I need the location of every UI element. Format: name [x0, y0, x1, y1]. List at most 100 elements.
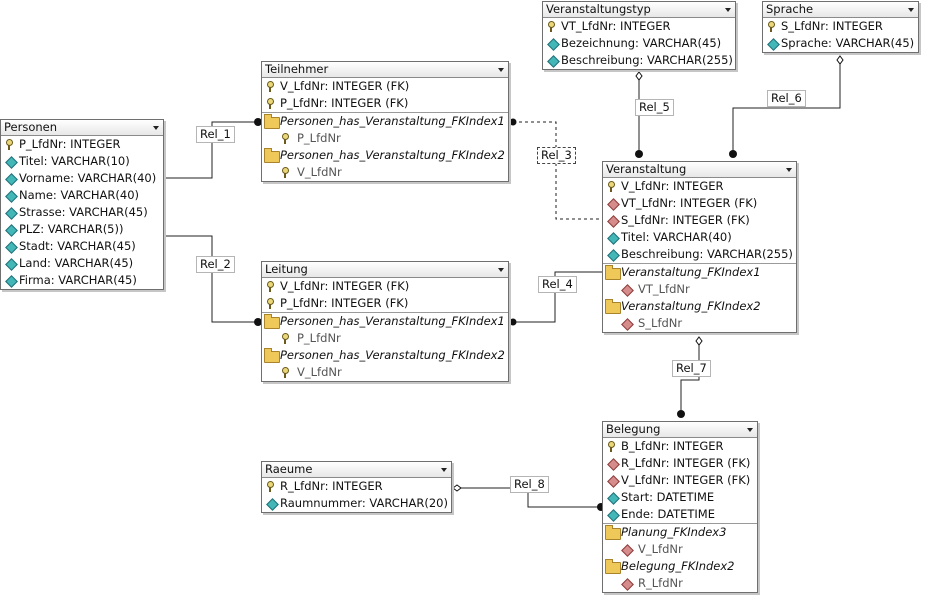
column-row[interactable]: P_LfdNr: INTEGER: [1, 136, 163, 153]
column-row[interactable]: Stadt: VARCHAR(45): [1, 238, 163, 255]
rel-7-label[interactable]: Rel_7: [672, 360, 711, 377]
foreign-key-icon: [621, 318, 634, 331]
index-row[interactable]: Planung_FKIndex3: [603, 523, 757, 541]
column-row[interactable]: P_LfdNr: INTEGER (FK): [262, 295, 508, 312]
table-title: Personen: [4, 120, 58, 134]
table-header[interactable]: Raeume: [262, 462, 451, 478]
primary-key-icon: [6, 139, 13, 150]
dropdown-arrow-icon[interactable]: [747, 428, 753, 432]
column-row[interactable]: V_LfdNr: INTEGER: [603, 178, 796, 195]
column-row[interactable]: R_LfdNr: INTEGER: [262, 478, 451, 495]
column-row[interactable]: Beschreibung: VARCHAR(255): [603, 246, 796, 263]
table-header[interactable]: Veranstaltung: [603, 162, 796, 178]
table-header[interactable]: Veranstaltungstyp: [543, 2, 735, 18]
index-column-row[interactable]: V_LfdNr: [603, 541, 757, 558]
column-row[interactable]: V_LfdNr: INTEGER (FK): [603, 472, 757, 489]
index-row[interactable]: Belegung_FKIndex2: [603, 558, 757, 575]
dropdown-arrow-icon[interactable]: [441, 468, 447, 472]
rel-5-start-diamond: [635, 71, 643, 81]
column-row[interactable]: PLZ: VARCHAR(5)): [1, 221, 163, 238]
dropdown-arrow-icon[interactable]: [725, 8, 731, 12]
table-header[interactable]: Belegung: [603, 422, 757, 438]
table-header[interactable]: Personen: [1, 120, 163, 136]
table-veranstaltung[interactable]: Veranstaltung V_LfdNr: INTEGER VT_LfdNr:…: [602, 161, 797, 333]
rel-4-label[interactable]: Rel_4: [538, 276, 577, 293]
index-column-row[interactable]: V_LfdNr: [262, 364, 508, 381]
index-folder-icon: [605, 299, 621, 314]
index-column-row[interactable]: VT_LfdNr: [603, 281, 796, 298]
table-veranstaltungstyp[interactable]: Veranstaltungstyp VT_LfdNr: INTEGER Beze…: [542, 1, 736, 70]
column-row[interactable]: Strasse: VARCHAR(45): [1, 204, 163, 221]
column-row[interactable]: B_LfdNr: INTEGER: [603, 438, 757, 455]
index-column-row[interactable]: P_LfdNr: [262, 330, 508, 347]
rel-6-end-dot: [729, 150, 737, 158]
column-row[interactable]: VT_LfdNr: INTEGER (FK): [603, 195, 796, 212]
foreign-key-icon: [607, 475, 620, 488]
column-row[interactable]: Titel: VARCHAR(10): [1, 153, 163, 170]
index-column-row[interactable]: P_LfdNr: [262, 130, 508, 147]
table-raeume[interactable]: Raeume R_LfdNr: INTEGER Raumnummer: VARC…: [261, 461, 452, 513]
dropdown-arrow-icon[interactable]: [786, 168, 792, 172]
primary-key-icon: [267, 81, 274, 92]
column-icon: [266, 498, 279, 511]
rel-2-label[interactable]: Rel_2: [196, 256, 235, 273]
table-sprache[interactable]: Sprache S_LfdNr: INTEGER Sprache: VARCHA…: [762, 1, 919, 53]
column-row[interactable]: R_LfdNr: INTEGER (FK): [603, 455, 757, 472]
index-row[interactable]: Personen_has_Veranstaltung_FKIndex2: [262, 347, 508, 364]
table-header[interactable]: Sprache: [763, 2, 918, 18]
rel-7-end-dot: [677, 410, 685, 418]
index-column-row[interactable]: V_LfdNr: [262, 164, 508, 181]
rel-6-start-diamond: [836, 55, 844, 65]
table-header[interactable]: Leitung: [262, 262, 508, 278]
column-row[interactable]: Titel: VARCHAR(40): [603, 229, 796, 246]
table-teilnehmer[interactable]: Teilnehmer V_LfdNr: INTEGER (FK) P_LfdNr…: [261, 61, 509, 182]
primary-key-icon: [608, 181, 615, 192]
table-belegung[interactable]: Belegung B_LfdNr: INTEGER R_LfdNr: INTEG…: [602, 421, 758, 593]
column-icon: [607, 492, 620, 505]
rel-7-start-diamond: [695, 336, 703, 346]
index-column-row[interactable]: S_LfdNr: [603, 315, 796, 332]
foreign-key-icon: [607, 458, 620, 471]
rel-8-label[interactable]: Rel_8: [510, 476, 549, 493]
column-row[interactable]: S_LfdNr: INTEGER: [763, 18, 918, 35]
index-folder-icon: [264, 114, 280, 129]
column-row[interactable]: Land: VARCHAR(45): [1, 255, 163, 272]
table-header[interactable]: Teilnehmer: [262, 62, 508, 78]
column-row[interactable]: VT_LfdNr: INTEGER: [543, 18, 735, 35]
column-row[interactable]: Start: DATETIME: [603, 489, 757, 506]
dropdown-arrow-icon[interactable]: [498, 68, 504, 72]
index-row[interactable]: Personen_has_Veranstaltung_FKIndex1: [262, 112, 508, 130]
index-row[interactable]: Personen_has_Veranstaltung_FKIndex2: [262, 147, 508, 164]
rel-6-label[interactable]: Rel_6: [767, 90, 806, 107]
index-row[interactable]: Veranstaltung_FKIndex1: [603, 263, 796, 281]
column-row[interactable]: Sprache: VARCHAR(45): [763, 35, 918, 52]
index-row[interactable]: Personen_has_Veranstaltung_FKIndex1: [262, 312, 508, 330]
index-column-row[interactable]: R_LfdNr: [603, 575, 757, 592]
index-folder-icon: [264, 314, 280, 329]
dropdown-arrow-icon[interactable]: [908, 8, 914, 12]
index-row[interactable]: Veranstaltung_FKIndex2: [603, 298, 796, 315]
column-row[interactable]: Ende: DATETIME: [603, 506, 757, 523]
foreign-key-icon: [621, 578, 634, 591]
key-icon: [282, 367, 289, 378]
foreign-key-icon: [621, 544, 634, 557]
column-row[interactable]: P_LfdNr: INTEGER (FK): [262, 95, 508, 112]
column-row[interactable]: S_LfdNr: INTEGER (FK): [603, 212, 796, 229]
table-personen[interactable]: Personen P_LfdNr: INTEGER Titel: VARCHAR…: [0, 119, 164, 290]
column-row[interactable]: Bezeichnung: VARCHAR(45): [543, 35, 735, 52]
dropdown-arrow-icon[interactable]: [153, 126, 159, 130]
column-row[interactable]: Beschreibung: VARCHAR(255): [543, 52, 735, 69]
dropdown-arrow-icon[interactable]: [498, 268, 504, 272]
column-row[interactable]: V_LfdNr: INTEGER (FK): [262, 78, 508, 95]
column-row[interactable]: Name: VARCHAR(40): [1, 187, 163, 204]
column-row[interactable]: Firma: VARCHAR(45): [1, 272, 163, 289]
rel-1-label[interactable]: Rel_1: [196, 126, 235, 143]
table-title: Veranstaltung: [606, 162, 687, 176]
column-row[interactable]: V_LfdNr: INTEGER (FK): [262, 278, 508, 295]
rel-8-start-diamond: [452, 484, 462, 492]
rel-5-label[interactable]: Rel_5: [635, 99, 674, 116]
column-row[interactable]: Vorname: VARCHAR(40): [1, 170, 163, 187]
column-row[interactable]: Raumnummer: VARCHAR(20): [262, 495, 451, 512]
rel-3-label[interactable]: Rel_3: [537, 147, 576, 164]
table-leitung[interactable]: Leitung V_LfdNr: INTEGER (FK) P_LfdNr: I…: [261, 261, 509, 382]
